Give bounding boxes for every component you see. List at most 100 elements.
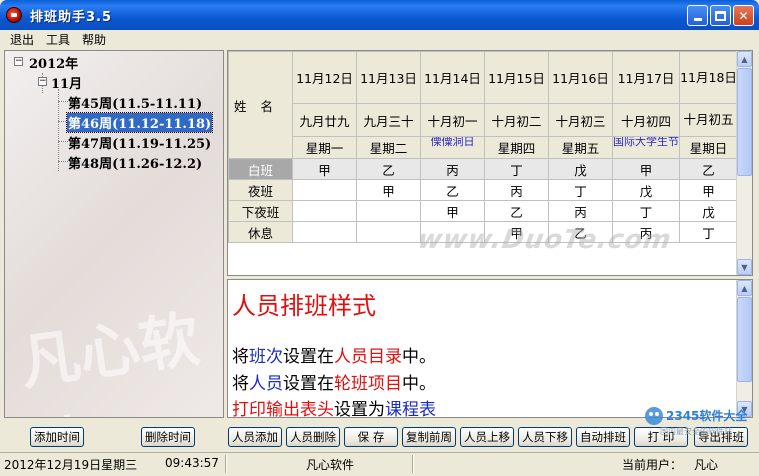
weekday-header: 星期二	[356, 136, 421, 159]
tree-watermark: 凡心软件	[15, 304, 204, 417]
site-watermark: www.DuoTe.com	[415, 225, 675, 255]
auto-schedule-button[interactable]: 自动排班	[576, 427, 630, 447]
delete-time-button[interactable]: 删除时间	[141, 427, 195, 447]
grid-cell[interactable]	[356, 221, 421, 243]
tree-collapse-icon[interactable]: −	[14, 57, 23, 66]
status-time: 09:43:57	[165, 456, 219, 470]
tree-node-month[interactable]: 11月	[51, 73, 82, 92]
info-text: 轮班项目	[334, 374, 402, 394]
festival-label: 国际大学生节	[613, 137, 679, 148]
grid-cell[interactable]: 戊	[679, 200, 738, 222]
lunar-header: 十月初三	[548, 103, 613, 137]
grid-cell[interactable]	[356, 200, 421, 222]
window-controls: ✕	[687, 5, 754, 26]
grid-cell[interactable]: 丁	[548, 179, 613, 201]
date-header: 11月12日	[292, 51, 357, 104]
row-header[interactable]: 休息	[228, 221, 293, 243]
weekday-header: 星期日	[679, 136, 738, 159]
delete-person-button[interactable]: 人员删除	[286, 427, 340, 447]
status-separator	[225, 455, 227, 473]
minimize-button[interactable]	[687, 5, 708, 26]
tree-node-week[interactable]: 第47周(11.19-11.25)	[68, 133, 211, 152]
date-header: 11月16日	[548, 51, 613, 104]
maximize-button[interactable]	[710, 5, 731, 26]
lunar-header: 九月廿九	[292, 103, 357, 137]
scroll-up-icon[interactable]: ▲	[737, 51, 752, 67]
grid-cell[interactable]: 乙	[356, 158, 421, 180]
tree-node-week-selected[interactable]: 第46周(11.12-11.18)	[65, 112, 214, 133]
menu-bar: 退出 工具 帮助	[0, 30, 759, 48]
grid-cell[interactable]: 丁	[484, 158, 549, 180]
scroll-thumb[interactable]	[737, 68, 752, 176]
status-user-label: 当前用户：	[622, 458, 683, 472]
info-text: 人员	[249, 374, 283, 394]
grid-cell[interactable]: 甲	[292, 158, 357, 180]
site-logo: 2345软件大全 国内最安全的软件站	[645, 407, 748, 436]
scroll-down-icon[interactable]: ▼	[737, 259, 752, 275]
move-down-button[interactable]: 人员下移	[518, 427, 572, 447]
info-scrollbar[interactable]: ▲ ▼	[736, 280, 752, 417]
grid-cell[interactable]: 丙	[484, 179, 549, 201]
grid-cell[interactable]: 丁	[612, 200, 680, 222]
close-button[interactable]: ✕	[733, 5, 754, 26]
save-button[interactable]: 保 存	[344, 427, 398, 447]
row-header[interactable]: 下夜班	[228, 200, 293, 222]
grid-cell[interactable]: 甲	[356, 179, 421, 201]
grid-cell[interactable]	[292, 221, 357, 243]
grid-cell[interactable]: 丙	[548, 200, 613, 222]
table-row[interactable]: 夜班 甲 乙 丙 丁 戊 甲	[228, 179, 738, 201]
logo-text: 2345软件大全	[666, 408, 748, 423]
menu-tools[interactable]: 工具	[40, 31, 76, 48]
grid-cell[interactable]	[292, 200, 357, 222]
grid-cell[interactable]	[292, 179, 357, 201]
grid-cell[interactable]: 乙	[484, 200, 549, 222]
grid-cell[interactable]: 丁	[679, 221, 738, 243]
date-header: 11月14日	[420, 51, 485, 104]
minimize-icon	[693, 18, 702, 21]
grid-cell[interactable]: 丙	[420, 158, 485, 180]
grid-scrollbar[interactable]: ▲ ▼	[736, 51, 752, 275]
tree-node-week[interactable]: 第45周(11.5-11.11)	[68, 93, 202, 112]
row-header[interactable]: 白班	[228, 158, 293, 180]
row-header[interactable]: 夜班	[228, 179, 293, 201]
week-tree[interactable]: 凡心软件 − 2012年 − 11月 第45周(11.5-11.11) 第46周…	[4, 50, 224, 418]
tree-collapse-icon[interactable]: −	[38, 77, 47, 86]
info-text: 设置在	[283, 374, 334, 394]
scroll-up-icon[interactable]: ▲	[737, 280, 752, 296]
schedule-table: 姓名 11月12日 11月13日 11月14日 11月15日 11月16日 11…	[228, 51, 738, 243]
date-header: 11月17日	[612, 51, 680, 104]
weekday-header: 星期五	[548, 136, 613, 159]
title-bar[interactable]: 排班助手3.5 ✕	[0, 0, 759, 30]
info-text: 课程表	[385, 400, 436, 418]
info-text: 设置为	[334, 400, 385, 418]
grid-cell[interactable]: 甲	[679, 179, 738, 201]
grid-cell[interactable]: 甲	[420, 200, 485, 222]
app-icon[interactable]	[6, 7, 22, 23]
festival-header: 傈僳洞日	[420, 136, 485, 159]
tree-node-week[interactable]: 第48周(11.26-12.2)	[68, 153, 202, 172]
add-person-button[interactable]: 人员添加	[228, 427, 282, 447]
tree-node-year[interactable]: 2012年	[29, 53, 78, 72]
grid-cell[interactable]: 乙	[679, 158, 738, 180]
grid-cell[interactable]: 戊	[612, 179, 680, 201]
lunar-header: 十月初五	[679, 103, 738, 137]
info-text: 将	[232, 347, 249, 367]
grid-cell[interactable]: 乙	[420, 179, 485, 201]
tree-connector	[58, 161, 68, 162]
info-panel[interactable]: 人员排班样式 将班次设置在人员目录中。 将人员设置在轮班项目中。 打印输出表头设…	[227, 279, 753, 418]
info-text: 打印输出表头	[232, 400, 334, 418]
scroll-thumb[interactable]	[737, 297, 752, 382]
window-title: 排班助手3.5	[30, 9, 113, 25]
festival-header: 国际大学生节	[612, 136, 680, 159]
menu-exit[interactable]: 退出	[4, 31, 40, 48]
menu-help[interactable]: 帮助	[76, 31, 112, 48]
copy-prev-week-button[interactable]: 复制前周	[402, 427, 456, 447]
grid-cell[interactable]: 戊	[548, 158, 613, 180]
add-time-button[interactable]: 添加时间	[30, 427, 84, 447]
move-up-button[interactable]: 人员上移	[460, 427, 514, 447]
table-row[interactable]: 下夜班 甲 乙 丙 丁 戊	[228, 200, 738, 222]
schedule-grid[interactable]: 姓名 11月12日 11月13日 11月14日 11月15日 11月16日 11…	[227, 50, 753, 276]
grid-cell[interactable]: 甲	[612, 158, 680, 180]
info-title: 人员排班样式	[232, 292, 376, 320]
table-row[interactable]: 白班 甲 乙 丙 丁 戊 甲 乙	[228, 158, 738, 180]
